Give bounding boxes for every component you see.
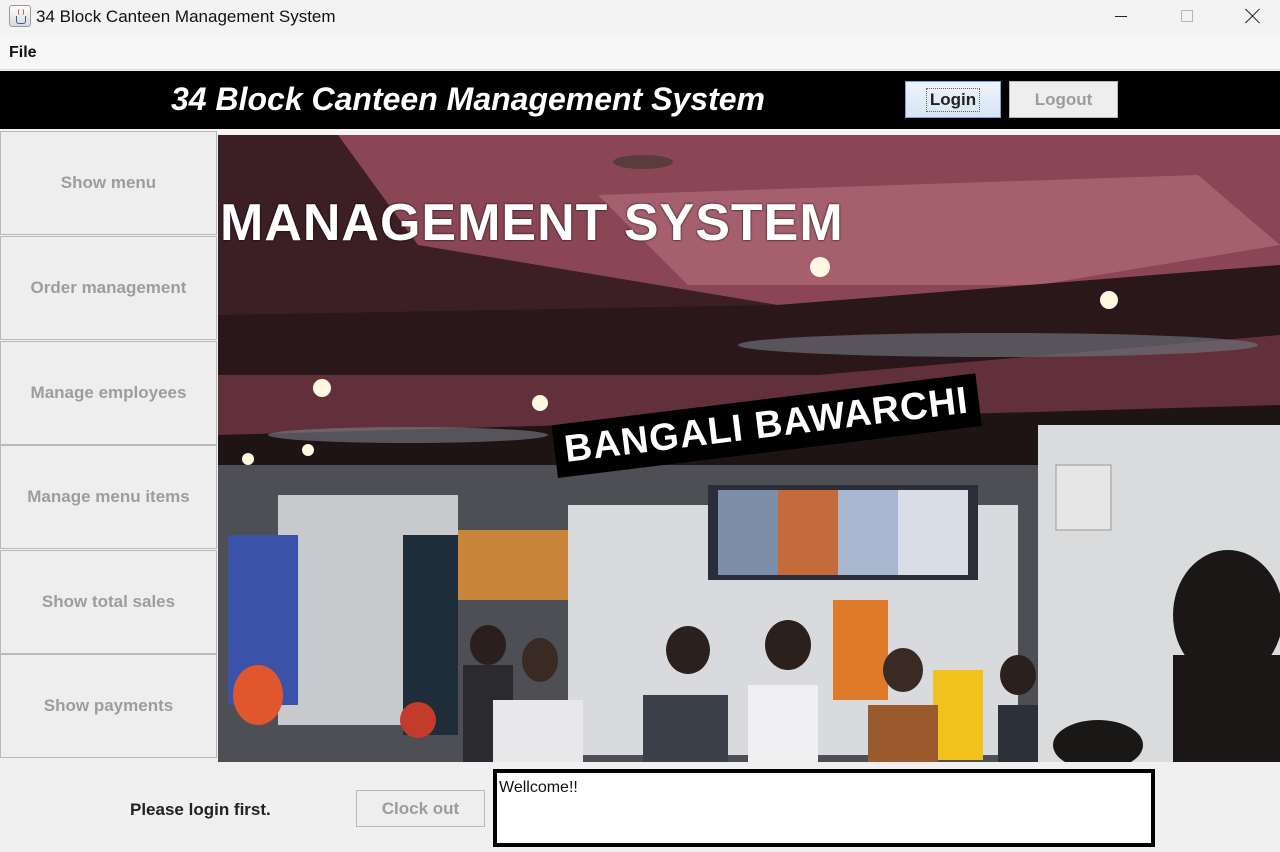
title-bar: 34 Block Canteen Management System — [0, 0, 1280, 36]
java-app-icon — [9, 5, 31, 27]
logout-button[interactable]: Logout — [1009, 81, 1118, 118]
show-total-sales-button[interactable]: Show total sales — [0, 550, 217, 654]
clock-out-button[interactable]: Clock out — [356, 790, 485, 827]
maximize-button[interactable] — [1164, 0, 1210, 32]
menu-file[interactable]: File — [9, 44, 37, 62]
canteen-photo: MANAGEMENT SYSTEM BANGALI BAWARCHI — [218, 135, 1280, 762]
manage-employees-button[interactable]: Manage employees — [0, 341, 217, 445]
close-button[interactable] — [1230, 0, 1276, 32]
minimize-icon — [1115, 15, 1127, 17]
window-title: 34 Block Canteen Management System — [36, 7, 336, 26]
manage-menu-items-button[interactable]: Manage menu items — [0, 445, 217, 549]
show-menu-button[interactable]: Show menu — [0, 131, 217, 235]
hero-heading: MANAGEMENT SYSTEM — [220, 194, 844, 252]
login-status-text: Please login first. — [130, 800, 271, 819]
login-button-label: Login — [925, 87, 981, 112]
message-text-area[interactable]: Wellcome!! — [493, 769, 1155, 847]
header-title: 34 Block Canteen Management System — [171, 81, 765, 117]
maximize-icon — [1181, 10, 1193, 22]
close-icon — [1245, 8, 1261, 24]
show-payments-button[interactable]: Show payments — [0, 654, 217, 758]
menu-bar: File — [0, 36, 1280, 70]
app-header: 34 Block Canteen Management System Login… — [0, 71, 1280, 129]
minimize-button[interactable] — [1098, 0, 1144, 32]
order-management-button[interactable]: Order management — [0, 236, 217, 340]
login-button[interactable]: Login — [905, 81, 1001, 118]
